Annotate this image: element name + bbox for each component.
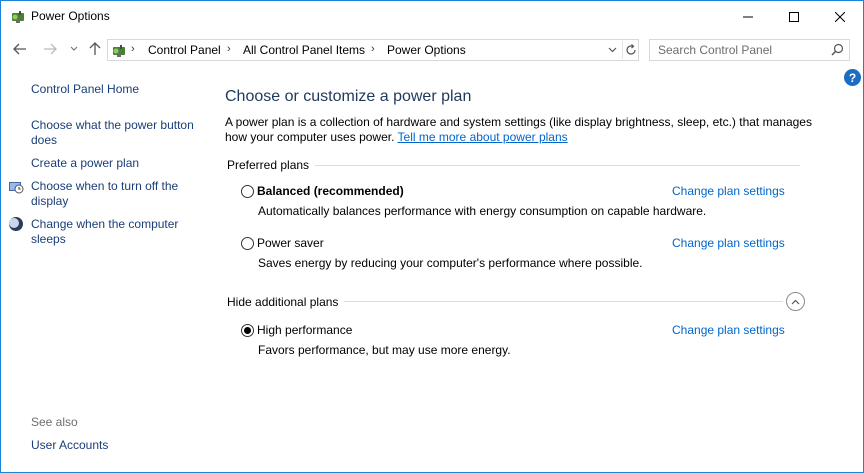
moon-icon bbox=[9, 217, 23, 231]
collapse-button[interactable] bbox=[786, 292, 805, 311]
plan-desc-high-performance: Favors performance, but may use more ene… bbox=[258, 343, 511, 357]
help-icon[interactable]: ? bbox=[844, 69, 861, 86]
plan-name-power-saver[interactable]: Power saver bbox=[257, 236, 324, 250]
breadcrumb-separator-icon[interactable]: › bbox=[131, 43, 135, 55]
minimize-icon bbox=[743, 16, 753, 17]
breadcrumb-all-items[interactable]: All Control Panel Items bbox=[243, 43, 365, 57]
plan-radio-balanced[interactable] bbox=[241, 185, 254, 198]
address-dropdown-button[interactable] bbox=[604, 41, 620, 59]
close-icon bbox=[835, 11, 845, 22]
plan-name-high-performance[interactable]: High performance bbox=[257, 323, 352, 337]
breadcrumb-separator-icon[interactable]: › bbox=[227, 43, 231, 55]
breadcrumb-power-options[interactable]: Power Options bbox=[387, 43, 466, 57]
intro-text: A power plan is a collection of hardware… bbox=[225, 115, 815, 145]
refresh-button[interactable] bbox=[622, 41, 638, 59]
maximize-button[interactable] bbox=[771, 1, 817, 32]
change-plan-settings-power-saver[interactable]: Change plan settings bbox=[672, 236, 785, 250]
tell-me-more-link[interactable]: Tell me more about power plans bbox=[398, 130, 568, 144]
breadcrumb-control-panel[interactable]: Control Panel bbox=[148, 43, 221, 57]
preferred-plans-label: Preferred plans bbox=[227, 158, 316, 172]
breadcrumb-separator-icon[interactable]: › bbox=[371, 43, 375, 55]
power-options-icon bbox=[12, 11, 24, 23]
sidebar-item-sleep[interactable]: Change when the computer sleeps bbox=[31, 217, 196, 247]
search-placeholder: Search Control Panel bbox=[658, 43, 773, 57]
chevron-down-icon bbox=[70, 46, 78, 51]
plan-radio-high-performance[interactable] bbox=[241, 324, 254, 337]
navigation-bar: › Control Panel › All Control Panel Item… bbox=[1, 32, 863, 66]
plan-name-balanced[interactable]: Balanced (recommended) bbox=[257, 184, 404, 198]
recent-locations-button[interactable] bbox=[65, 40, 83, 58]
see-also-label: See also bbox=[31, 415, 78, 429]
sidebar-item-create-plan[interactable]: Create a power plan bbox=[31, 156, 139, 171]
title-bar[interactable]: Power Options bbox=[1, 1, 863, 32]
arrow-left-icon bbox=[13, 43, 26, 55]
forward-button[interactable] bbox=[41, 40, 59, 58]
window-title: Power Options bbox=[31, 9, 110, 23]
plan-desc-power-saver: Saves energy by reducing your computer's… bbox=[258, 256, 643, 270]
change-plan-settings-high-performance[interactable]: Change plan settings bbox=[672, 323, 785, 337]
search-icon[interactable] bbox=[831, 43, 844, 56]
back-button[interactable] bbox=[11, 40, 29, 58]
plan-radio-power-saver[interactable] bbox=[241, 237, 254, 250]
power-options-icon bbox=[113, 45, 125, 57]
hide-additional-plans-label[interactable]: Hide additional plans bbox=[227, 295, 345, 309]
page-title: Choose or customize a power plan bbox=[225, 88, 472, 105]
change-plan-settings-balanced[interactable]: Change plan settings bbox=[672, 184, 785, 198]
sidebar-item-turn-off-display[interactable]: Choose when to turn off the display bbox=[31, 179, 196, 209]
minimize-button[interactable] bbox=[725, 1, 771, 32]
arrow-up-icon bbox=[89, 42, 101, 55]
power-options-window: Power Options › Control Panel › All Cont… bbox=[0, 0, 864, 473]
maximize-icon bbox=[789, 11, 799, 22]
refresh-icon bbox=[625, 44, 636, 55]
sidebar-item-user-accounts[interactable]: User Accounts bbox=[31, 438, 108, 453]
up-button[interactable] bbox=[86, 40, 104, 58]
arrow-right-icon bbox=[44, 43, 57, 55]
plan-desc-balanced: Automatically balances performance with … bbox=[258, 204, 707, 218]
close-button[interactable] bbox=[817, 1, 863, 32]
chevron-down-icon bbox=[608, 47, 616, 53]
sidebar-item-power-button[interactable]: Choose what the power button does bbox=[31, 118, 206, 148]
sidebar-item-control-panel-home[interactable]: Control Panel Home bbox=[31, 82, 139, 97]
chevron-up-icon bbox=[791, 299, 800, 304]
display-clock-icon bbox=[9, 182, 24, 194]
address-bar[interactable]: › Control Panel › All Control Panel Item… bbox=[107, 39, 639, 61]
search-input[interactable]: Search Control Panel bbox=[649, 39, 850, 61]
